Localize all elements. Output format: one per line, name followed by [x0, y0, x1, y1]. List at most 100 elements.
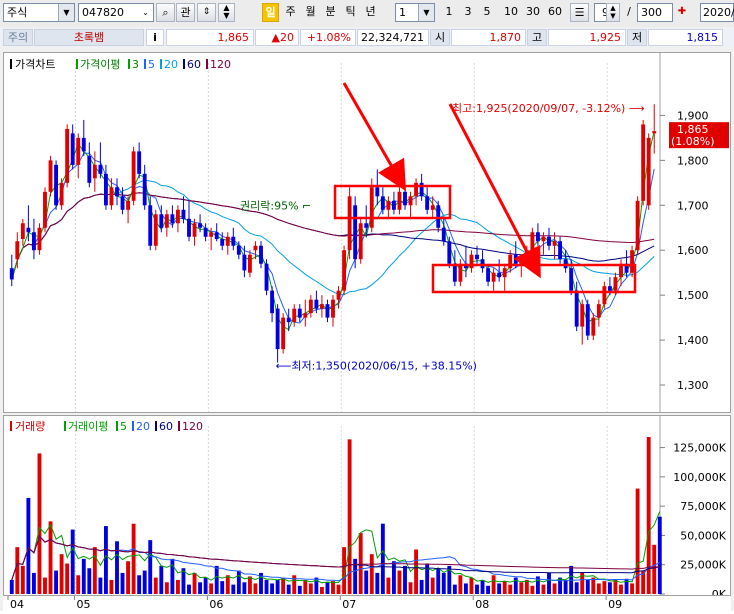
interval-button-10[interactable]: 10 — [502, 3, 520, 22]
stepper-button[interactable]: ▲ ▼ — [218, 3, 235, 22]
trade-volume: 22,324,721 — [357, 29, 429, 46]
candle-body — [569, 268, 574, 291]
candle-body — [463, 263, 468, 269]
volume-chart[interactable]: 125,000K 100,000K 75,000K 50,000K 25,000K 0K 거… — [4, 416, 730, 601]
candle-body — [137, 151, 142, 174]
candle-body — [281, 317, 286, 350]
candle-body — [652, 131, 657, 134]
date-field[interactable]: 2020/ — [700, 3, 734, 22]
legend-marker — [155, 421, 157, 431]
chart-title: 거래량 — [15, 420, 45, 433]
candle-body — [15, 241, 20, 260]
volume-bar — [15, 547, 20, 594]
candle-body — [148, 205, 153, 246]
interval-button-30[interactable]: 30 — [524, 3, 542, 22]
candle-body — [103, 173, 108, 206]
candle-body — [497, 272, 502, 278]
candle-body — [552, 241, 557, 246]
count-separator: / — [627, 5, 631, 18]
chart-type-button[interactable]: ☰ — [570, 3, 589, 22]
volume-bar — [214, 565, 219, 594]
legend-marker — [128, 59, 130, 69]
candle-body — [247, 254, 252, 273]
period-button-day[interactable]: 일 — [262, 3, 279, 22]
candle-body — [408, 196, 413, 206]
period-button-tick[interactable]: 틱 — [342, 3, 359, 22]
count-total-value: 300 — [641, 6, 662, 19]
volume-bar — [43, 577, 47, 594]
volume-bar — [491, 575, 496, 594]
legend-marker — [206, 59, 208, 69]
legend-label: 가격이평 — [80, 58, 120, 71]
volume-bar — [469, 577, 474, 594]
stepper-icon: ▲ ▼ — [610, 4, 616, 20]
candle-body — [70, 133, 75, 165]
volume-bar — [486, 585, 491, 594]
candle-body — [375, 187, 380, 197]
volume-bar — [59, 554, 64, 594]
interval-button-5[interactable]: 5 — [480, 3, 494, 22]
volume-bar — [247, 576, 252, 594]
candle-body — [264, 263, 269, 291]
volume-bar — [657, 516, 662, 594]
candle-body — [513, 254, 518, 264]
volume-bar — [153, 577, 158, 594]
volume-bar — [646, 437, 651, 594]
link-toggle-button[interactable]: ⇕ — [197, 3, 216, 22]
volume-chart-panel[interactable]: 125,000K 100,000K 75,000K 50,000K 25,000K 0K 거… — [3, 415, 731, 601]
bell-icon[interactable]: ✚ — [675, 3, 689, 22]
volume-bar — [358, 533, 363, 594]
candle-body — [419, 182, 424, 197]
chevron-down-icon: ⌄ — [138, 4, 153, 21]
period-button-year[interactable]: 년 — [362, 3, 379, 22]
period-button-minute[interactable]: 분 — [322, 3, 339, 22]
candle-body — [475, 254, 479, 260]
count-total-field[interactable]: 300 — [637, 3, 673, 22]
info-icon[interactable]: i — [146, 29, 164, 46]
candle-body — [364, 223, 369, 228]
search-button[interactable]: ⌕ — [156, 3, 175, 22]
watchlist-label: 관 — [180, 6, 191, 19]
volume-bar — [391, 561, 396, 594]
watchlist-button[interactable]: 관 — [176, 3, 195, 22]
legend-marker — [132, 421, 134, 431]
price-chart[interactable]: 1,900 1,800 1,700 1,600 1,500 1,400 1,300 가격차트 가… — [4, 53, 730, 412]
y-tick-label: 75,000K — [680, 500, 726, 513]
x-tick-label: 05 — [76, 598, 90, 611]
period-button-week[interactable]: 주 — [282, 3, 299, 22]
candle-body — [613, 277, 618, 291]
volume-bar — [126, 561, 131, 594]
candle-body — [574, 290, 579, 327]
open-price: 1,870 — [451, 29, 526, 46]
candle-body — [65, 128, 70, 183]
candle-body — [115, 187, 119, 197]
volume-bar — [164, 582, 169, 594]
candle-body — [591, 317, 596, 336]
stock-code-field[interactable]: 047820 ⌄ — [78, 3, 154, 22]
candle-body — [630, 250, 635, 273]
interval-button-60[interactable]: 60 — [546, 3, 564, 22]
legend-marker — [10, 59, 12, 69]
volume-bar — [242, 582, 247, 594]
volume-bar — [292, 575, 297, 594]
interval-button-1[interactable]: 1 — [442, 3, 456, 22]
candle-body — [447, 241, 452, 264]
market-select[interactable]: 주식 ▼ — [3, 3, 75, 22]
candle-body — [607, 286, 612, 291]
candle-body — [87, 155, 92, 183]
candle-body — [530, 232, 535, 251]
candle-body — [342, 250, 347, 291]
interval-select[interactable]: 1 ▼ — [395, 3, 435, 22]
candle-body — [635, 200, 640, 251]
candle-body — [43, 191, 47, 228]
candle-body — [436, 205, 441, 228]
period-button-month[interactable]: 월 — [302, 3, 319, 22]
candle-body — [314, 299, 319, 309]
volume-bar — [403, 565, 407, 594]
volume-bar — [270, 583, 275, 594]
legend-label: 120 — [182, 420, 203, 433]
price-chart-panel[interactable]: 1,900 1,800 1,700 1,600 1,500 1,400 1,300 가격차트 가… — [3, 52, 731, 413]
interval-button-3[interactable]: 3 — [461, 3, 475, 22]
count-stepper[interactable]: ▲ ▼ — [606, 3, 620, 22]
link-icon: ⇕ — [202, 7, 211, 17]
